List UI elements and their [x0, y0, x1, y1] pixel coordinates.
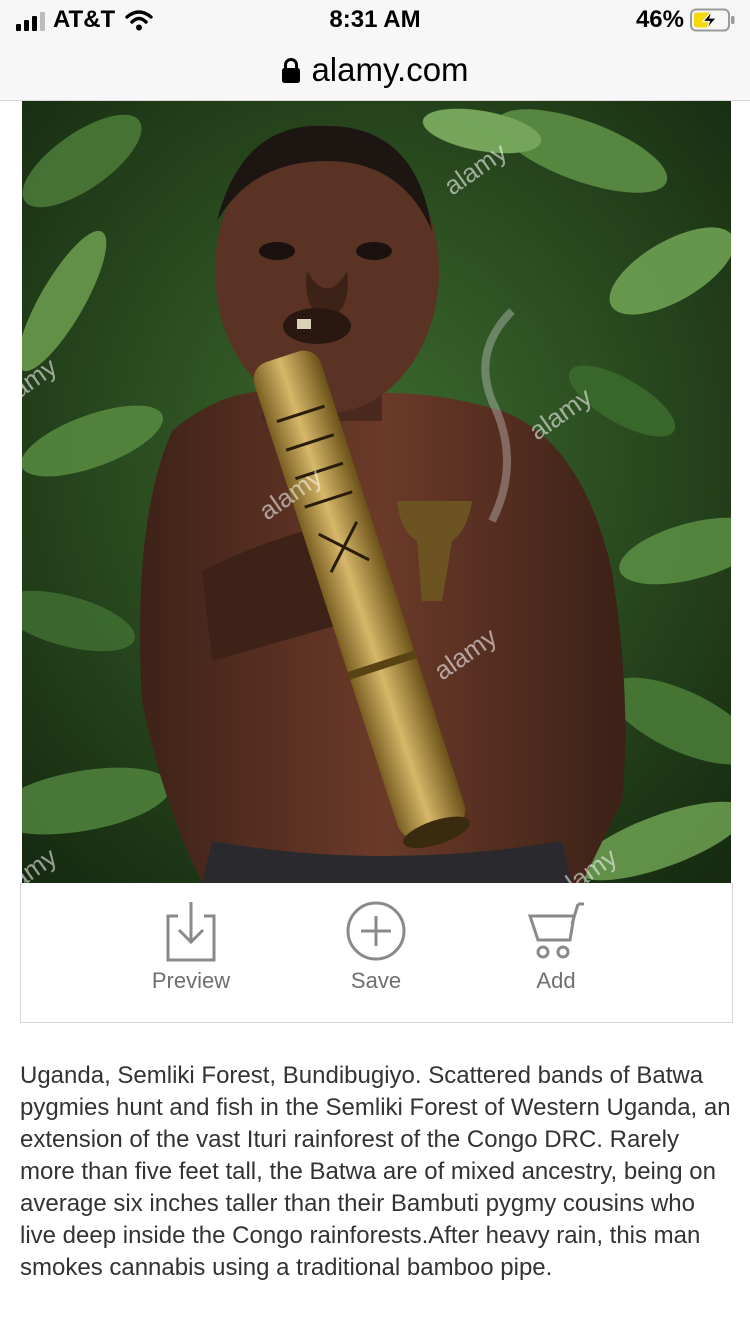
add-label: Add: [536, 968, 576, 993]
preview-button[interactable]: Preview: [111, 898, 271, 994]
battery-charging-icon: [690, 8, 735, 32]
status-bar: AT&T 8:31 AM 46%: [0, 0, 750, 40]
add-to-cart-button[interactable]: Add: [476, 898, 636, 994]
photo-illustration: alamy alamy alamy alamy alamy alamy alam…: [22, 101, 731, 883]
stock-photo[interactable]: alamy alamy alamy alamy alamy alamy alam…: [22, 101, 731, 883]
battery-percent: 46%: [635, 6, 684, 33]
address-bar[interactable]: alamy.com: [0, 40, 750, 101]
download-icon: [166, 902, 216, 962]
cart-icon: [527, 902, 584, 959]
plus-circle-icon: [346, 901, 406, 961]
preview-label: Preview: [151, 968, 231, 993]
save-button[interactable]: Save: [296, 898, 456, 994]
save-label: Save: [350, 968, 402, 993]
url-domain: alamy.com: [311, 51, 469, 88]
lock-icon: [282, 57, 301, 83]
image-caption: Uganda, Semliki Forest, Bundibugiyo. Sca…: [20, 1062, 731, 1281]
status-right: 46%: [636, 6, 736, 34]
image-action-panel: Preview Save Add: [20, 883, 733, 1023]
